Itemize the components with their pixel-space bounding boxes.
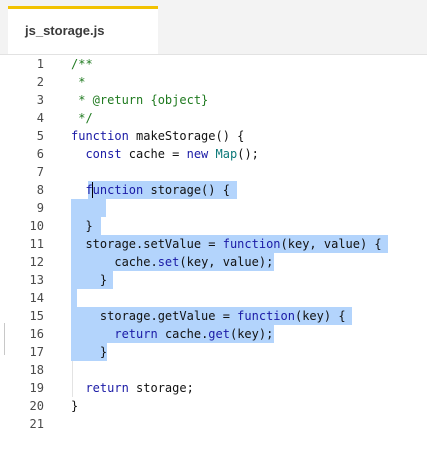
line-number: 10 [29, 219, 44, 233]
code-line: return storage; [85, 381, 194, 395]
line-number: 2 [36, 75, 44, 89]
line-number: 3 [36, 93, 44, 107]
line-number: 21 [29, 417, 44, 431]
scroll-marker [4, 323, 5, 355]
line-number: 1 [36, 57, 44, 71]
line-number: 8 [36, 183, 44, 197]
code-line: cache.set(key, value); [71, 255, 274, 269]
line-number: 12 [29, 255, 44, 269]
selection-line-14 [71, 289, 77, 307]
code-line: function storage() { [85, 183, 230, 197]
line-number: 16 [29, 327, 44, 341]
text-cursor [92, 182, 93, 198]
code-line: * [71, 75, 86, 89]
line-number: 13 [29, 273, 44, 287]
code-line: } [71, 219, 93, 233]
line-number: 14 [29, 291, 44, 305]
code-editor[interactable]: 1 2 3 4 5 6 7 8 9 10 11 12 13 14 15 16 1… [0, 55, 427, 451]
line-number: 19 [29, 381, 44, 395]
line-number: 11 [29, 237, 44, 251]
code-line: storage.setValue = function(key, value) … [71, 237, 382, 251]
code-line: return cache.get(key); [114, 327, 274, 341]
line-number: 15 [29, 309, 44, 323]
line-number: 17 [29, 345, 44, 359]
code-line: storage.getValue = function(key) { [71, 309, 346, 323]
tab-label: js_storage.js [25, 23, 105, 38]
line-number: 20 [29, 399, 44, 413]
tab-js-storage[interactable]: js_storage.js [8, 6, 158, 54]
line-number: 6 [36, 147, 44, 161]
code-line: } [71, 345, 108, 359]
code-line: function makeStorage() { [71, 129, 245, 143]
tab-bar: js_storage.js [0, 0, 427, 55]
line-number: 4 [36, 111, 44, 125]
selection-line-9 [71, 199, 106, 217]
code-line: } [71, 273, 108, 287]
code-line: * @return {object} [71, 93, 209, 107]
line-number: 5 [36, 129, 44, 143]
line-number: 18 [29, 363, 44, 377]
code-line: */ [71, 111, 93, 125]
code-line: /** [71, 57, 93, 71]
code-line: } [71, 399, 79, 413]
code-line: const cache = new Map(); [85, 147, 259, 161]
line-number: 9 [36, 201, 44, 215]
line-number: 7 [36, 165, 44, 179]
